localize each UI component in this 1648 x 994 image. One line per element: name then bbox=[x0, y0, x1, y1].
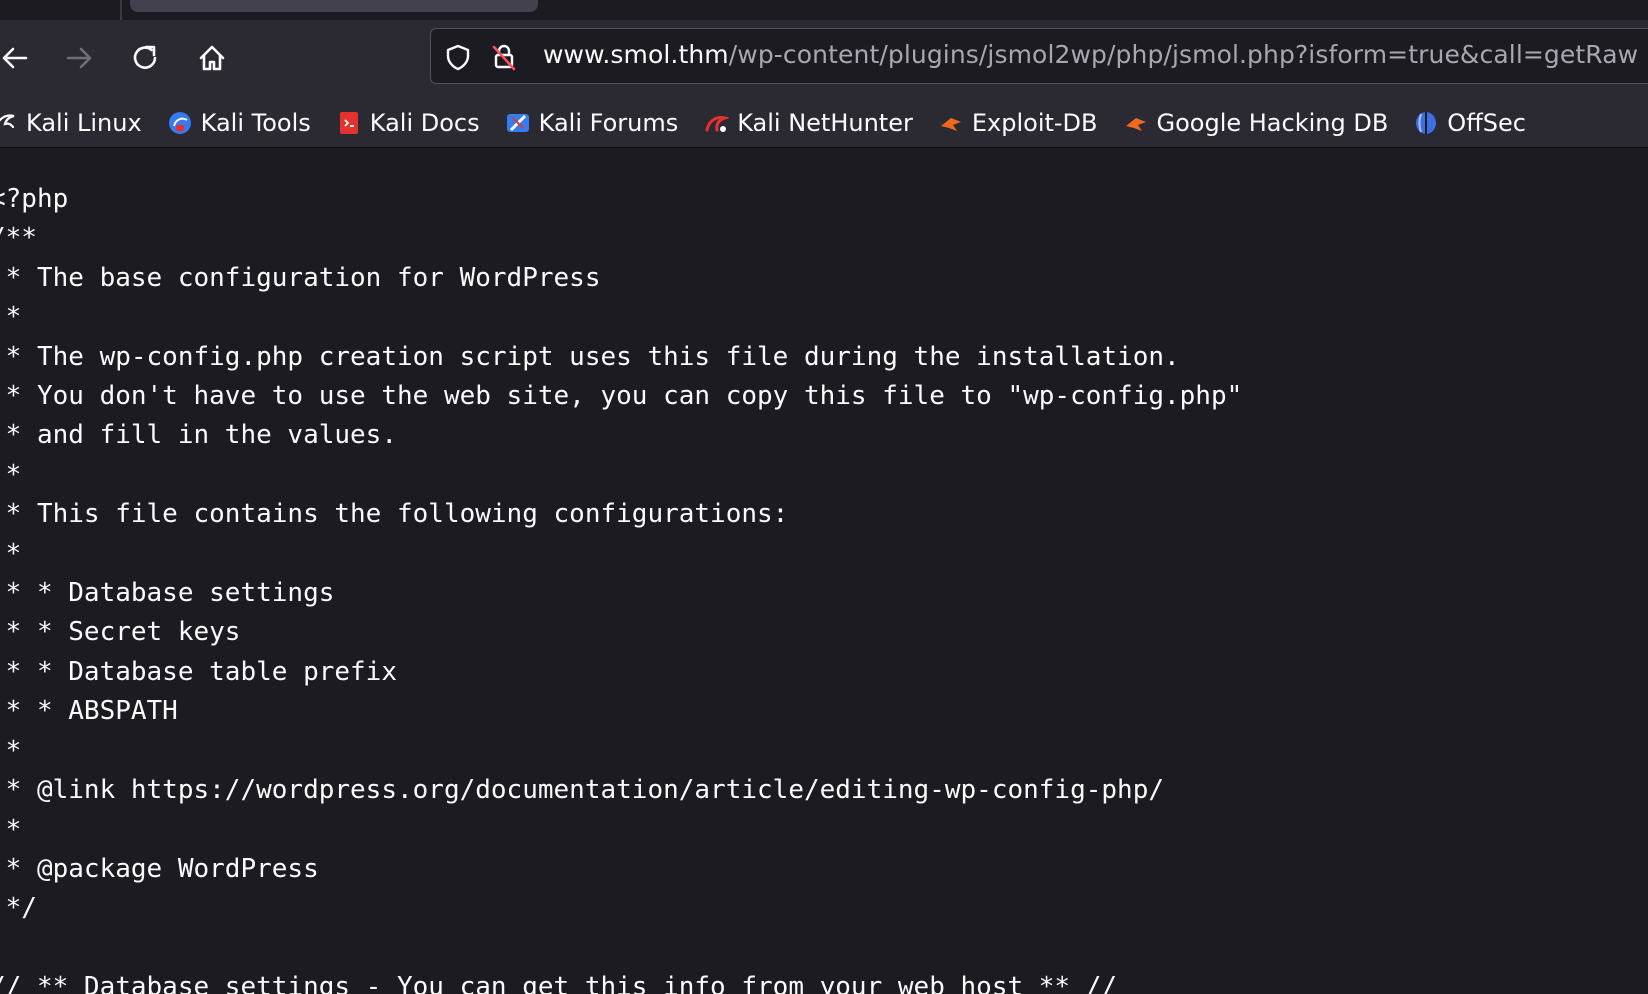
source-line: <?php bbox=[0, 184, 69, 214]
bookmark-label: Exploit-DB bbox=[971, 108, 1098, 137]
google-hacking-db-icon bbox=[1123, 110, 1149, 136]
source-line: * The wp-config.php creation script uses… bbox=[0, 341, 1180, 372]
source-line: /** bbox=[0, 223, 37, 254]
source-line: * * Database settings bbox=[0, 578, 335, 609]
kali-nethunter-icon bbox=[703, 110, 730, 136]
bookmark-label: Kali Tools bbox=[200, 108, 311, 137]
bookmark-label: Kali Docs bbox=[369, 108, 480, 137]
url-host: www.smol.thm bbox=[543, 40, 729, 69]
page-content: <?php /** * The base configuration for W… bbox=[0, 148, 1648, 994]
exploit-db-icon bbox=[938, 110, 964, 136]
url-bar[interactable]: www.smol.thm/wp-content/plugins/jsmol2wp… bbox=[430, 28, 1648, 84]
bookmark-kali-linux[interactable]: Kali Linux bbox=[0, 103, 142, 143]
reload-icon[interactable] bbox=[126, 38, 166, 78]
bookmark-kali-tools[interactable]: Kali Tools bbox=[167, 103, 311, 143]
kali-tools-icon bbox=[167, 110, 193, 136]
bookmark-label: Google Hacking DB bbox=[1156, 108, 1389, 137]
source-line: * bbox=[5, 814, 22, 845]
source-line: * The base configuration for WordPress bbox=[0, 262, 601, 293]
url-text[interactable]: www.smol.thm/wp-content/plugins/jsmol2wp… bbox=[543, 40, 1638, 69]
bookmark-google-hacking-db[interactable]: Google Hacking DB bbox=[1123, 103, 1389, 143]
source-line: * bbox=[5, 302, 22, 333]
source-line: * @package WordPress bbox=[0, 853, 319, 884]
active-tab[interactable] bbox=[130, 0, 538, 12]
source-line: * and fill in the values. bbox=[0, 420, 397, 451]
bookmark-offsec[interactable]: OffSec bbox=[1413, 103, 1526, 143]
tab-separator bbox=[120, 0, 122, 20]
source-line: * * ABSPATH bbox=[0, 696, 178, 727]
url-path: /wp-content/plugins/jsmol2wp/php/jsmol.p… bbox=[728, 40, 1639, 69]
arrow-right-icon[interactable] bbox=[60, 38, 100, 78]
source-line: * You don't have to use the web site, yo… bbox=[0, 381, 1243, 412]
source-line: * bbox=[5, 459, 22, 490]
insecure-lock-icon[interactable] bbox=[489, 42, 519, 72]
source-line: */ bbox=[5, 893, 37, 924]
source-line: * This file contains the following confi… bbox=[0, 499, 789, 530]
kali-dragon-icon bbox=[0, 110, 18, 136]
source-line: * @link https://wordpress.org/documentat… bbox=[0, 775, 1164, 806]
tab-strip bbox=[0, 0, 1648, 20]
source-line: * bbox=[5, 735, 22, 766]
bookmark-kali-nethunter[interactable]: Kali NetHunter bbox=[703, 103, 913, 143]
shield-icon[interactable] bbox=[443, 42, 473, 72]
bookmark-label: OffSec bbox=[1447, 108, 1526, 137]
source-line: * bbox=[5, 538, 22, 569]
kali-forums-icon bbox=[505, 110, 531, 136]
bookmark-kali-docs[interactable]: Kali Docs bbox=[336, 103, 480, 143]
bookmark-label: Kali Linux bbox=[26, 108, 142, 137]
bookmark-label: Kali Forums bbox=[538, 108, 679, 137]
bookmark-label: Kali NetHunter bbox=[737, 108, 913, 137]
arrow-left-icon[interactable] bbox=[0, 38, 34, 78]
source-line: * * Database table prefix bbox=[0, 656, 397, 687]
home-icon[interactable] bbox=[192, 38, 232, 78]
bookmark-kali-forums[interactable]: Kali Forums bbox=[505, 103, 679, 143]
bookmarks-toolbar: Kali Linux Kali Tools Kali Docs Kali For… bbox=[0, 98, 1648, 148]
raw-source-text: <?php /** * The base configuration for W… bbox=[0, 180, 1242, 994]
source-line: // ** Database settings - You can get th… bbox=[0, 972, 1118, 994]
source-line: * * Secret keys bbox=[0, 617, 241, 648]
offsec-icon bbox=[1413, 110, 1439, 136]
bookmark-exploit-db[interactable]: Exploit-DB bbox=[938, 103, 1098, 143]
kali-docs-icon bbox=[336, 110, 362, 136]
